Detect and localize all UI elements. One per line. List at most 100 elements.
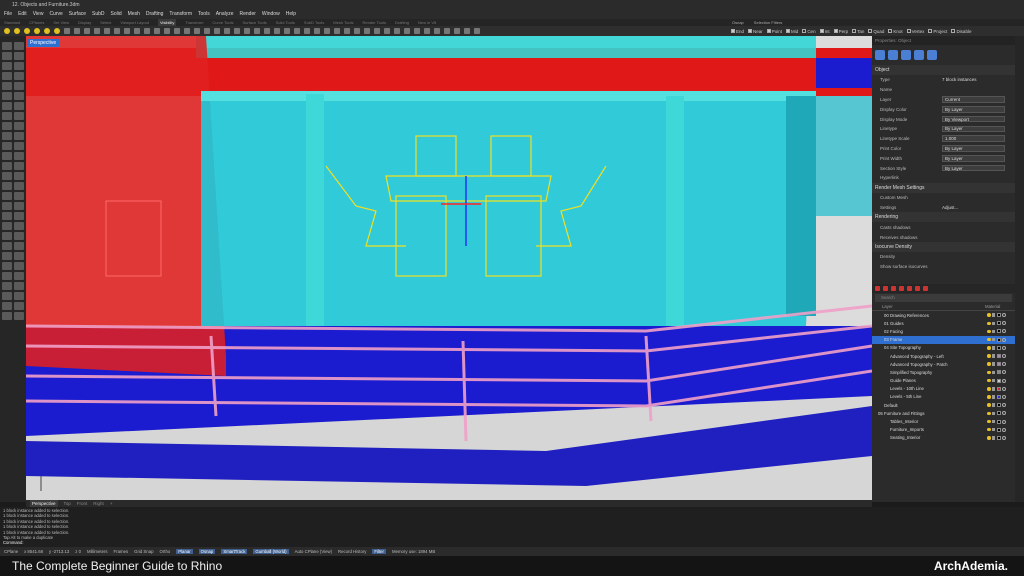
layer-row[interactable]: Levels - 10th Line (872, 385, 1015, 393)
layer-color-swatch[interactable] (996, 370, 1001, 375)
visibility-bulb-icon[interactable] (987, 419, 991, 424)
toolbar-tool-icon[interactable] (234, 28, 240, 34)
tool-icon[interactable] (2, 72, 12, 80)
toolbar-tool-icon[interactable] (24, 28, 30, 34)
layer-row[interactable]: 05 Furniture and Fittings (872, 409, 1015, 417)
status-toggle-planar[interactable]: Planar (176, 549, 193, 554)
osnap-quad[interactable]: Quad (868, 29, 884, 34)
checkbox-icon[interactable] (731, 29, 735, 33)
tool-icon[interactable] (14, 302, 24, 310)
tool-icon[interactable] (14, 232, 24, 240)
tool-icon[interactable] (2, 202, 12, 210)
visibility-bulb-icon[interactable] (987, 313, 991, 317)
tool-icon[interactable] (2, 252, 12, 260)
toolbar-tool-icon[interactable] (94, 28, 100, 34)
toolbar-tool-icon[interactable] (4, 28, 10, 34)
toolbar-tool-icon[interactable] (434, 28, 440, 34)
checkbox-icon[interactable] (748, 29, 753, 33)
toolbar-tool-icon[interactable] (244, 28, 250, 34)
toolbar-tool-icon[interactable] (54, 28, 60, 34)
layer-row[interactable]: Advanced Topography - Left (872, 352, 1015, 360)
layer-color-swatch[interactable] (996, 313, 1001, 318)
visibility-bulb-icon[interactable] (987, 329, 991, 334)
tab-solid-tools[interactable]: Solid Tools (276, 19, 295, 26)
tool-icon[interactable] (14, 272, 24, 280)
toolbar-tool-icon[interactable] (34, 28, 40, 34)
layer-color-swatch[interactable] (996, 321, 1001, 326)
visibility-bulb-icon[interactable] (987, 403, 991, 407)
toolbar-tool-icon[interactable] (44, 28, 50, 34)
osnap-vertex[interactable]: Vertex (906, 29, 924, 34)
tool-icon[interactable] (14, 222, 24, 230)
lock-icon[interactable] (992, 436, 995, 440)
visibility-bulb-icon[interactable] (987, 395, 991, 399)
tool-icon[interactable] (2, 312, 12, 320)
layer-color-swatch[interactable] (996, 403, 1001, 408)
status-layer[interactable]: Frames (114, 549, 129, 554)
delete-layer-icon[interactable] (891, 286, 896, 291)
lock-icon[interactable] (992, 403, 995, 407)
toolbar-tool-icon[interactable] (154, 28, 160, 34)
tool-icon[interactable] (2, 102, 12, 110)
osnap-point[interactable]: Point (766, 29, 782, 34)
toolbar-tool-icon[interactable] (204, 28, 210, 34)
tool-icon[interactable] (2, 42, 12, 50)
material-icon[interactable] (1002, 427, 1006, 432)
property-value[interactable]: By Layer (942, 145, 1005, 152)
lock-icon[interactable] (992, 370, 995, 375)
tab-new-in-v8[interactable]: New in V8 (418, 19, 436, 26)
material-icon[interactable] (1002, 394, 1006, 399)
checkbox-icon[interactable] (906, 29, 911, 33)
toolbar-tool-icon[interactable] (264, 28, 270, 34)
layer-row[interactable]: Seating_Interior (872, 434, 1015, 442)
layer-row[interactable]: Furniture_Imports (872, 426, 1015, 434)
visibility-bulb-icon[interactable] (987, 387, 991, 391)
layer-color-swatch[interactable] (996, 419, 1001, 424)
material-icon[interactable] (1002, 321, 1006, 326)
tool-icon[interactable] (14, 142, 24, 150)
toolbar-tool-icon[interactable] (124, 28, 130, 34)
menu-item-solid[interactable]: Solid (111, 10, 122, 19)
tool-icon[interactable] (14, 172, 24, 180)
menu-item-mesh[interactable]: Mesh (128, 10, 140, 19)
layer-color-swatch[interactable] (996, 337, 1001, 342)
checkbox-icon[interactable] (852, 29, 857, 33)
checkbox-icon[interactable] (888, 29, 893, 33)
visibility-bulb-icon[interactable] (987, 378, 991, 383)
menu-item-view[interactable]: View (33, 10, 44, 19)
tab-set-view[interactable]: Set View (53, 19, 69, 26)
material-icon[interactable] (1002, 386, 1006, 391)
lock-icon[interactable] (992, 329, 995, 334)
lock-icon[interactable] (992, 387, 995, 391)
material-icon[interactable] (1002, 354, 1006, 359)
object-props-icon[interactable] (875, 50, 885, 60)
new-sublayer-icon[interactable] (883, 286, 888, 291)
status-toggle-auto-cplane-view-[interactable]: Auto CPlane (View) (295, 549, 332, 554)
tool-icon[interactable] (2, 152, 12, 160)
material-icon[interactable] (1002, 435, 1006, 440)
status-toggle-gumball-world-[interactable]: Gumball (World) (253, 549, 289, 554)
tool-icon[interactable] (14, 82, 24, 90)
visibility-bulb-icon[interactable] (987, 411, 991, 416)
tool-icon[interactable] (2, 282, 12, 290)
tool-icon[interactable] (14, 212, 24, 220)
tool-icon[interactable] (2, 52, 12, 60)
layer-row[interactable]: Default (872, 401, 1015, 409)
layer-tools-icon[interactable] (923, 286, 928, 291)
menu-item-edit[interactable]: Edit (18, 10, 27, 19)
osnap-tab[interactable]: Osnap (732, 19, 744, 26)
material-icon[interactable] (1002, 411, 1006, 416)
tool-icon[interactable] (2, 112, 12, 120)
tool-icon[interactable] (14, 242, 24, 250)
menu-item-file[interactable]: File (4, 10, 12, 19)
toolbar-tool-icon[interactable] (444, 28, 450, 34)
layer-search-input[interactable]: Search (875, 294, 1012, 302)
toolbar-tool-icon[interactable] (314, 28, 320, 34)
osnap-end[interactable]: End (731, 29, 744, 34)
property-value[interactable]: Current (942, 96, 1005, 103)
visibility-bulb-icon[interactable] (987, 370, 991, 375)
material-icon[interactable] (1002, 403, 1006, 408)
tool-icon[interactable] (14, 252, 24, 260)
toolbar-tool-icon[interactable] (224, 28, 230, 34)
layer-row[interactable]: Advanced Topography - Patch (872, 360, 1015, 368)
